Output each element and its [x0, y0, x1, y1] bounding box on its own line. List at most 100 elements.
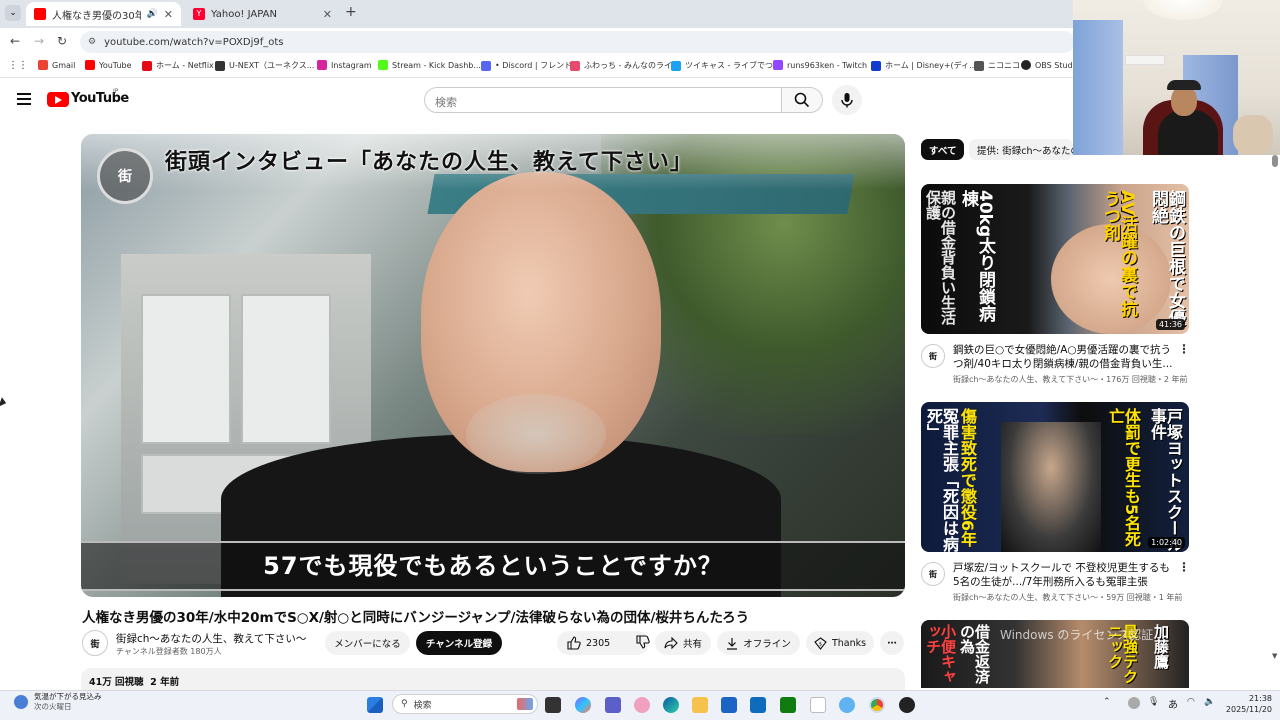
microphone-tray-icon[interactable]: 🎙: [1148, 697, 1159, 707]
weather-widget[interactable]: 気温が下がる見込み 次の火曜日: [14, 692, 102, 712]
apps-icon[interactable]: ⋮⋮: [8, 60, 28, 71]
subscriber-count: チャンネル登録者数 180万人: [116, 647, 222, 656]
bookmark-niconico[interactable]: ニコニコ: [974, 60, 1020, 71]
tab-yahoo[interactable]: Y Yahoo! JAPAN ✕: [185, 2, 340, 26]
recommendation-thumbnail[interactable]: 戸塚ヨットスクール事件 体罰で更生も5名死亡 傷害致死で懲役6年 冤罪主張「死因…: [921, 402, 1189, 552]
bookmark-fuwatch[interactable]: ふわっち - みんなのライ...: [570, 60, 680, 71]
thumb-text: 戸塚ヨットスクール事件: [1148, 408, 1183, 552]
channel-avatar[interactable]: 街: [82, 630, 108, 656]
streamer-cap: [1167, 80, 1201, 90]
bookmark-obs[interactable]: OBS Studio: [1021, 60, 1080, 70]
ime-indicator[interactable]: あ: [1168, 696, 1178, 711]
bookmark-discord[interactable]: • Discord | フレンド: [481, 60, 572, 71]
air-conditioner: [1125, 55, 1165, 65]
taskbar-search[interactable]: ⚲ 検索: [392, 694, 538, 714]
menu-icon[interactable]: [17, 93, 31, 105]
chip-from-channel[interactable]: 提供: 街録ch〜あなたの人生、教えて下さい〜: [969, 139, 1073, 160]
download-button[interactable]: オフライン: [717, 631, 800, 655]
bookmark-twitcasting[interactable]: ツイキャス - ライブでつ...: [671, 60, 781, 71]
bookmark-twitch[interactable]: runs963ken - Twitch: [773, 60, 867, 70]
chrome-icon[interactable]: [869, 697, 885, 713]
video-player[interactable]: 街 街頭インタビュー「あなたの人生、教えて下さい」 57でも現役でもあるというこ…: [81, 134, 905, 597]
thumbs-up-icon: [567, 636, 581, 650]
thanks-button[interactable]: $ Thanks: [806, 631, 874, 655]
tab-youtube-video[interactable]: 人権なき男優の30年/水中20 🔊 ✕: [26, 2, 181, 26]
more-options-icon[interactable]: ⋮: [1178, 342, 1190, 356]
scroll-down-arrow-icon[interactable]: ▼: [1272, 652, 1277, 660]
notepad-icon[interactable]: [810, 697, 826, 713]
thumb-text: 小便キャッチ: [924, 624, 957, 684]
recommendation-meta: 街録ch〜あなたの人生、教えて下さい〜・59万 回視聴・1 年前: [953, 593, 1183, 602]
video-subtitle: 57でも現役でもあるということですか？: [263, 552, 723, 580]
edge-icon[interactable]: [663, 697, 679, 713]
netflix-icon: [142, 60, 152, 71]
audio-icon[interactable]: 🔊: [147, 9, 158, 19]
chat-app-icon[interactable]: [634, 697, 650, 713]
recommendation-title[interactable]: 鋼鉄の巨○で女優悶絶/A○男優活躍の裏で抗うつ剤/40キロ太り閉鎖病棟/親の借金…: [953, 343, 1175, 371]
tray-overflow-icon[interactable]: ⌃: [1103, 697, 1111, 707]
youtube-logo-text[interactable]: YouTube: [71, 91, 129, 106]
back-icon[interactable]: ←: [10, 34, 20, 48]
search-input[interactable]: 検索: [424, 87, 782, 113]
clock[interactable]: 21:38 2025/11/20: [1222, 693, 1272, 715]
close-tab-icon[interactable]: ✕: [323, 8, 332, 21]
video-duration: 41:36: [1155, 319, 1185, 330]
obs-taskbar-icon[interactable]: [899, 697, 915, 713]
new-tab-button[interactable]: +: [345, 4, 357, 20]
copilot-icon[interactable]: [575, 697, 591, 713]
forward-icon[interactable]: →: [34, 34, 44, 48]
bookmark-youtube[interactable]: YouTube: [85, 60, 132, 70]
start-button-icon[interactable]: [367, 697, 383, 713]
yahoo-favicon-icon: Y: [193, 8, 205, 20]
more-options-icon[interactable]: ⋮: [1178, 560, 1190, 574]
recommendation-thumbnail[interactable]: 鋼鉄の巨根で女優悶絶 AV活躍の裏で抗うつ剤 40kg太り閉鎖病棟 親の借金背負…: [921, 184, 1189, 334]
subscribe-button[interactable]: チャンネル登録: [416, 631, 502, 655]
outlook-icon[interactable]: [750, 697, 766, 713]
voice-search-button[interactable]: [832, 85, 862, 115]
thumb-text: 傷害致死で懲役6年: [958, 408, 977, 548]
person-shirt: [1158, 110, 1218, 155]
bookmark-netflix[interactable]: ホーム - Netflix: [142, 60, 214, 71]
tab-search-button[interactable]: ⌄: [5, 5, 21, 21]
channel-avatar[interactable]: 街: [921, 344, 945, 368]
person-beard: [466, 394, 606, 474]
site-info-icon[interactable]: ⚙: [88, 37, 96, 47]
bookmark-unext[interactable]: U-NEXT（ユーネクス...: [215, 60, 314, 71]
niconico-icon: [974, 60, 984, 71]
task-view-icon[interactable]: [545, 697, 561, 713]
svg-text:$: $: [819, 641, 822, 647]
bookmark-disney[interactable]: ホーム | Disney+(ディ...: [871, 60, 977, 71]
channel-name[interactable]: 街録ch〜あなたの人生、教えて下さい〜: [116, 631, 306, 646]
bookmark-gmail[interactable]: Gmail: [38, 60, 75, 70]
weather-line-1: 気温が下がる見込み: [34, 692, 102, 701]
file-explorer-icon[interactable]: [692, 697, 708, 713]
bookmark-kick[interactable]: Stream - Kick Dashb...: [378, 60, 481, 70]
search-button[interactable]: [781, 87, 823, 113]
tab-title: Yahoo! JAPAN: [211, 8, 277, 20]
like-button[interactable]: 2305: [567, 636, 610, 650]
tray-app-icon[interactable]: [1128, 697, 1140, 709]
weather-app-icon[interactable]: [839, 697, 855, 713]
mouse-cursor-icon: [0, 397, 8, 409]
search-highlight-icon: [517, 698, 533, 710]
reload-icon[interactable]: ↻: [57, 34, 67, 48]
volume-icon[interactable]: 🔈: [1204, 697, 1215, 707]
xbox-icon[interactable]: [780, 697, 796, 713]
microphone-icon: [841, 93, 853, 108]
recommendation-title[interactable]: 戸塚宏/ヨットスクールで 不登校児更生するも5名の生徒が.../7年刑務所入るも…: [953, 561, 1175, 589]
youtube-logo-icon[interactable]: [47, 92, 69, 107]
url-field[interactable]: ⚙ youtube.com/watch?v=POXDj9f_ots: [80, 31, 1075, 53]
share-button[interactable]: 共有: [655, 631, 711, 655]
thumb-text: 親の借金背負い生活保護: [924, 190, 957, 325]
dislike-button[interactable]: [636, 634, 650, 652]
bookmark-instagram[interactable]: Instagram: [317, 60, 372, 70]
teams-icon[interactable]: [605, 697, 621, 713]
join-button[interactable]: メンバーになる: [325, 631, 410, 655]
chip-all[interactable]: すべて: [921, 139, 965, 160]
store-icon[interactable]: [721, 697, 737, 713]
close-tab-icon[interactable]: ✕: [164, 8, 173, 21]
network-icon[interactable]: ◠: [1187, 697, 1195, 707]
scrollbar-thumb[interactable]: [1272, 155, 1278, 167]
more-actions-button[interactable]: ⋯: [880, 631, 904, 655]
channel-avatar[interactable]: 街: [921, 562, 945, 586]
